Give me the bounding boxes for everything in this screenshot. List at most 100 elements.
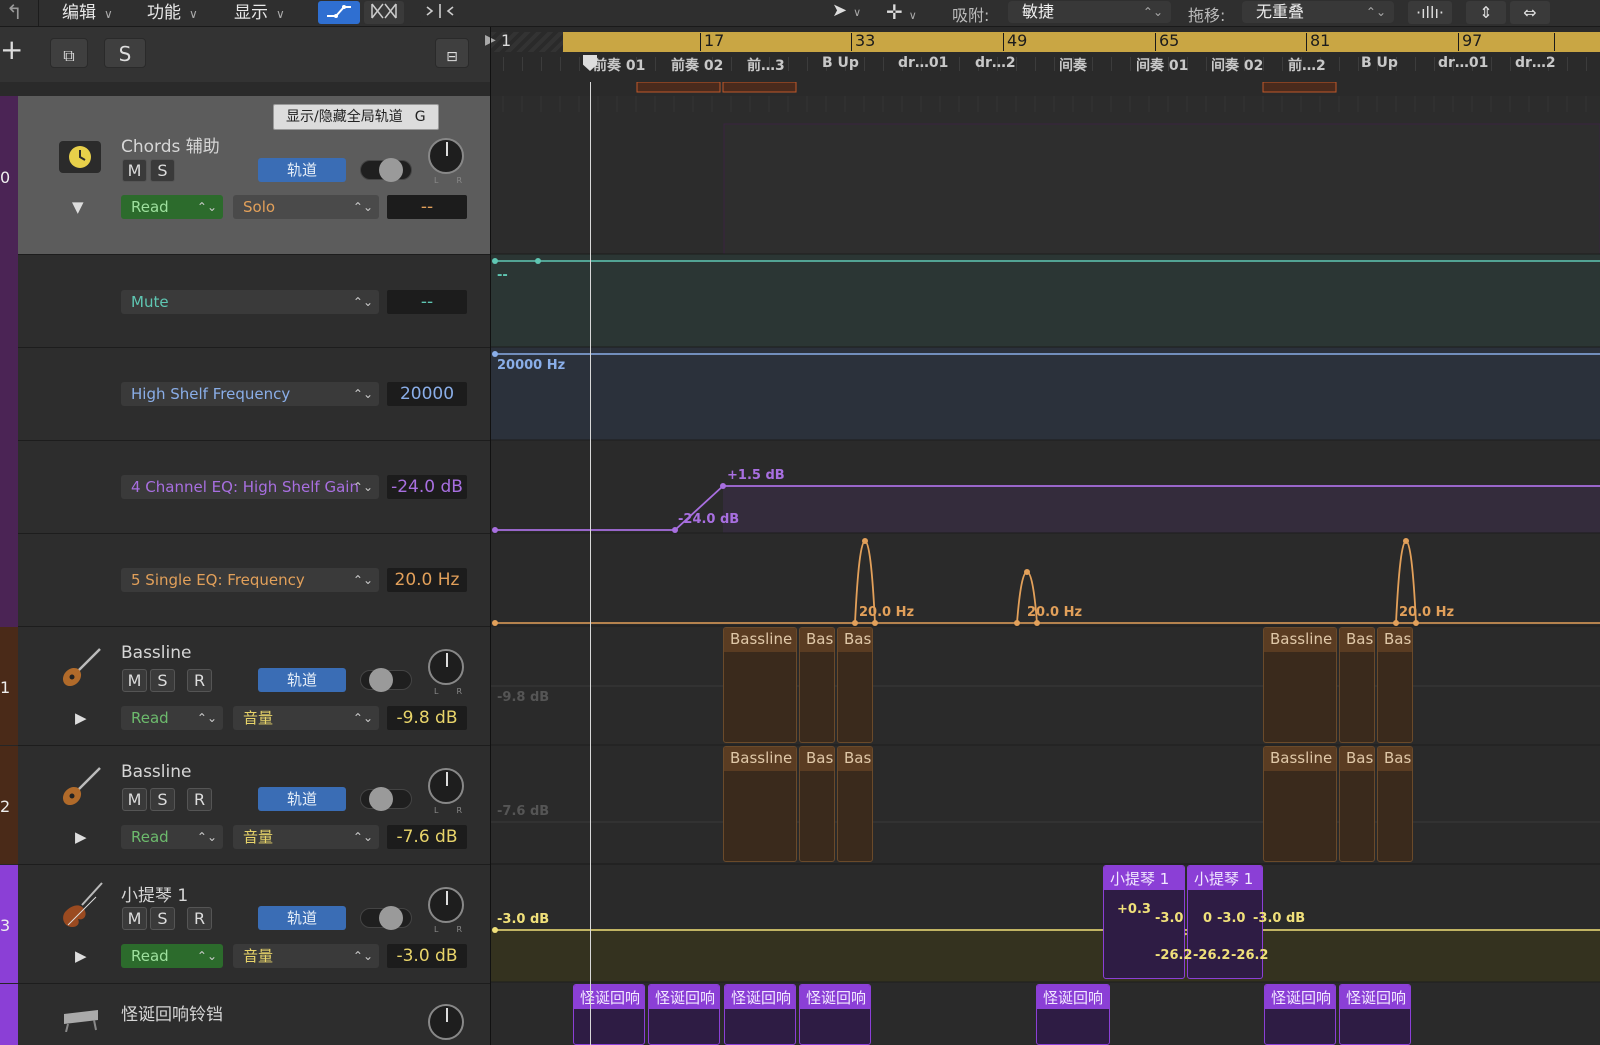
marker[interactable]: 前奏 01 — [593, 55, 645, 75]
bells-region[interactable]: 怪诞回响 — [799, 984, 871, 1045]
vertical-zoom-button[interactable]: ⇕ — [1466, 1, 1506, 24]
mute-button[interactable]: M — [122, 907, 147, 930]
solo-button[interactable]: S — [150, 669, 175, 692]
collapse-button[interactable]: ⊟ — [435, 38, 469, 68]
automation-value[interactable]: -9.8 dB — [387, 706, 467, 730]
automation-param-select[interactable]: 音量 ⌃⌄ — [233, 944, 379, 968]
track-header-chords[interactable]: 显示/隐藏全局轨道 G Chords 辅助 M S 轨道 LR ▼ Read ⌃⌄ … — [18, 96, 490, 255]
pointer-tool[interactable]: ➤ ∨ — [832, 0, 861, 21]
automation-param-select[interactable]: 音量 ⌃⌄ — [233, 706, 379, 730]
automation-mode-select[interactable]: Read ⌃⌄ — [121, 195, 223, 219]
bass-region[interactable]: Bas — [1377, 746, 1413, 862]
track-header-violin[interactable]: 小提琴 1 M S R 轨道 LR ▶ Read ⌃⌄ 音量 ⌃⌄ -3.0 dB — [18, 865, 490, 984]
marker[interactable]: 间奏 01 — [1136, 55, 1188, 75]
marker[interactable]: 前…3 — [747, 55, 785, 75]
drag-dropdown[interactable]: 无重叠 ⌃⌄ — [1242, 1, 1394, 23]
marker[interactable]: 间奏 — [1059, 55, 1087, 75]
playhead[interactable] — [590, 82, 591, 1045]
marker[interactable]: B Up — [1361, 55, 1398, 71]
bass-region[interactable]: Bassline — [723, 746, 797, 862]
track-header-bells[interactable]: 怪诞回响铃铛 — [18, 984, 490, 1045]
solo-button[interactable]: S — [150, 907, 175, 930]
track-button[interactable]: 轨道 — [258, 158, 346, 182]
menu-view[interactable]: 显示 ∨ — [234, 0, 285, 26]
pan-knob[interactable]: LR — [428, 649, 464, 696]
track-name[interactable]: 怪诞回响铃铛 — [121, 1000, 223, 1025]
automation-canvas[interactable] — [491, 82, 1600, 1045]
disclosure-triangle-icon[interactable]: ▶ — [75, 947, 87, 965]
marker[interactable]: dr…2 — [975, 55, 1016, 71]
track-button[interactable]: 轨道 — [258, 668, 346, 692]
marker[interactable]: 间奏 02 — [1211, 55, 1263, 75]
automation-param-select[interactable]: Solo ⌃⌄ — [233, 195, 379, 219]
bass-region[interactable]: Bas — [799, 627, 835, 743]
track-on-toggle[interactable] — [360, 158, 412, 182]
ruler[interactable]: ▶ 1173349658197前奏 01前奏 02前…3B Updr…01dr…… — [485, 27, 1600, 82]
track-name[interactable]: Bassline — [121, 643, 191, 663]
new-track-duplicate-button[interactable]: ⧉ — [50, 38, 88, 68]
marker[interactable]: dr…2 — [1515, 55, 1556, 71]
track-name[interactable]: Bassline — [121, 762, 191, 782]
flex-button[interactable] — [364, 1, 404, 24]
menu-functions[interactable]: 功能 ∨ — [147, 0, 198, 26]
bass-region[interactable]: Bassline — [1263, 627, 1337, 743]
bells-region[interactable]: 怪诞回响 — [573, 984, 645, 1045]
record-button[interactable]: R — [187, 907, 212, 930]
track-name[interactable]: Chords 辅助 — [121, 132, 220, 157]
automation-param-select[interactable]: 4 Channel EQ: High Shelf Gain ⌃⌄ — [121, 475, 379, 499]
track-header-bassline-1[interactable]: Bassline M S R 轨道 LR ▶ Read ⌃⌄ 音量 ⌃⌄ -9.8 … — [18, 627, 490, 746]
automation-mode-select[interactable]: Read ⌃⌄ — [121, 825, 223, 849]
automation-param-select[interactable]: High Shelf Frequency ⌃⌄ — [121, 382, 379, 406]
snap-dropdown[interactable]: 敏捷 ⌃⌄ — [1008, 1, 1171, 23]
bells-region[interactable]: 怪诞回响 — [1036, 984, 1110, 1045]
record-button[interactable]: R — [187, 669, 212, 692]
solo-button[interactable]: S — [150, 788, 175, 811]
pan-knob[interactable]: LR — [428, 887, 464, 934]
pan-knob[interactable] — [428, 1004, 464, 1040]
add-track-button[interactable]: + — [0, 33, 23, 66]
track-on-toggle[interactable] — [360, 906, 412, 930]
automation-mode-select[interactable]: Read ⌃⌄ — [121, 706, 223, 730]
marker[interactable]: dr…01 — [1438, 55, 1488, 71]
back-arrow-icon[interactable]: ↰ — [6, 0, 23, 24]
automation-value[interactable]: -- — [387, 195, 467, 219]
marker[interactable]: B Up — [822, 55, 859, 71]
solo-button[interactable]: S — [150, 159, 175, 182]
disclosure-triangle-icon[interactable]: ▼ — [72, 198, 84, 216]
pan-knob[interactable]: LR — [428, 138, 464, 185]
mute-button[interactable]: M — [122, 788, 147, 811]
crosshair-tool[interactable]: ✛ ∨ — [886, 0, 917, 24]
automation-value[interactable]: -24.0 dB — [387, 475, 467, 499]
bells-region[interactable]: 怪诞回响 — [724, 984, 796, 1045]
mute-button[interactable]: M — [122, 159, 147, 182]
automation-param-select[interactable]: 音量 ⌃⌄ — [233, 825, 379, 849]
bass-region[interactable]: Bas — [1339, 627, 1375, 743]
automation-value[interactable]: -- — [387, 290, 467, 314]
track-on-toggle[interactable] — [360, 668, 412, 692]
automation-value[interactable]: -3.0 dB — [387, 944, 467, 968]
automation-value[interactable]: 20.0 Hz — [387, 568, 467, 592]
solo-button[interactable]: S — [104, 38, 146, 68]
bass-region[interactable]: Bas — [799, 746, 835, 862]
track-button[interactable]: 轨道 — [258, 787, 346, 811]
bass-region[interactable]: Bassline — [1263, 746, 1337, 862]
bells-region[interactable]: 怪诞回响 — [1264, 984, 1336, 1045]
disclosure-triangle-icon[interactable]: ▶ — [75, 709, 87, 727]
automation-button[interactable] — [318, 1, 360, 24]
mute-button[interactable]: M — [122, 669, 147, 692]
track-on-toggle[interactable] — [360, 787, 412, 811]
marker[interactable]: 前奏 02 — [671, 55, 723, 75]
bells-region[interactable]: 怪诞回响 — [648, 984, 720, 1045]
automation-param-select[interactable]: 5 Single EQ: Frequency ⌃⌄ — [121, 568, 379, 592]
arrangement-area[interactable]: -- 20000 Hz +1.5 dB -24.0 dB 20.0 Hz 20.… — [491, 82, 1600, 1045]
marker[interactable]: dr…01 — [898, 55, 948, 71]
disclosure-triangle-icon[interactable]: ▶ — [75, 828, 87, 846]
pan-knob[interactable]: LR — [428, 768, 464, 815]
record-button[interactable]: R — [187, 788, 212, 811]
bass-region[interactable]: Bas — [837, 746, 873, 862]
bells-region[interactable]: 怪诞回响 — [1339, 984, 1411, 1045]
automation-value[interactable]: -7.6 dB — [387, 825, 467, 849]
bass-region[interactable]: Bas — [1339, 746, 1375, 862]
automation-param-select[interactable]: Mute ⌃⌄ — [121, 290, 379, 314]
bass-region[interactable]: Bas — [837, 627, 873, 743]
